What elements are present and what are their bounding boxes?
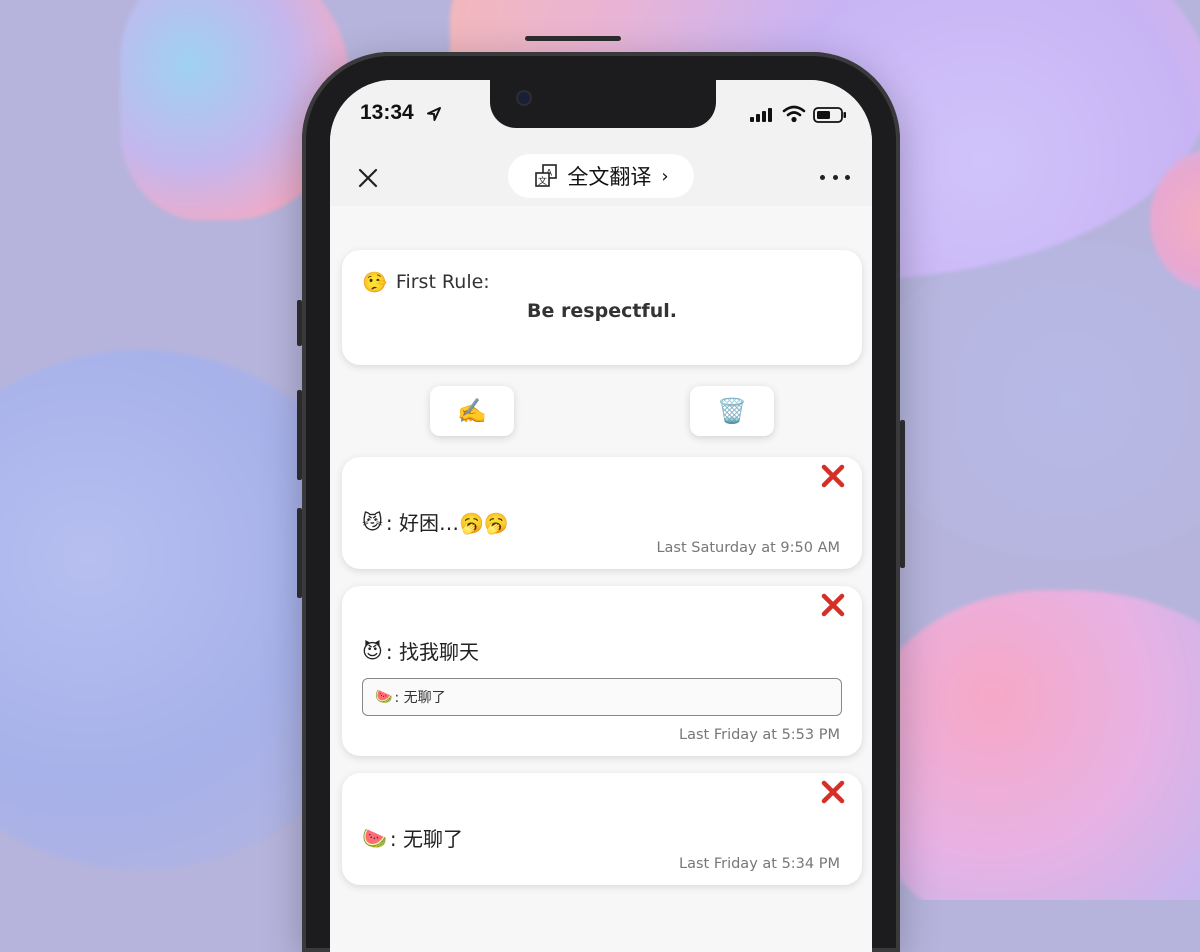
message-text-row: 😼 : 好困…🥱🥱 <box>362 507 509 536</box>
rule-label: First Rule: <box>395 271 490 293</box>
translate-icon: A 文 <box>535 164 558 187</box>
quote-emoji: 🍉 <box>375 689 393 705</box>
more-dot-icon <box>832 174 838 180</box>
writing-hand-icon: ✍️ <box>457 397 487 425</box>
more-options-button[interactable] <box>820 162 850 192</box>
message-emoji: 😈 <box>362 638 383 663</box>
delete-x-icon[interactable] <box>820 779 846 805</box>
cellular-signal-icon <box>750 108 772 122</box>
message-emoji: 😼 <box>362 509 383 534</box>
rule-text: Be respectful. <box>527 300 677 322</box>
location-arrow-icon <box>427 107 441 121</box>
app-screen: 13:34 文 全文翻译 › 🤥 First Rule: Be respectf… <box>330 80 872 952</box>
nav-bar: A 文 全文翻译 › <box>330 150 872 206</box>
message-timestamp: Last Saturday at 9:50 AM <box>656 540 840 556</box>
more-dot-icon <box>845 174 850 180</box>
message-text: : 好困…🥱🥱 <box>385 511 509 535</box>
message-text: : 找我聊天 <box>385 640 479 664</box>
rule-label-row: 🤥 First Rule: <box>362 270 490 294</box>
message-text: : 无聊了 <box>389 827 464 851</box>
message-card: 😈 : 找我聊天 🍉 : 无聊了 Last Friday at 5:53 PM <box>342 586 862 756</box>
wifi-icon <box>782 105 806 123</box>
delete-x-icon[interactable] <box>820 592 846 618</box>
notch <box>490 80 716 128</box>
message-card: 🍉 : 无聊了 Last Friday at 5:34 PM <box>342 773 862 885</box>
rule-card: 🤥 First Rule: Be respectful. <box>342 250 862 365</box>
delete-x-icon[interactable] <box>820 463 846 489</box>
message-text-row: 🍉 : 无聊了 <box>362 823 463 852</box>
translate-label: 全文翻译 <box>567 165 652 189</box>
edit-button[interactable]: ✍️ <box>430 386 514 436</box>
camera <box>518 92 530 104</box>
more-dot-icon <box>820 174 825 180</box>
phone-frame: 13:34 文 全文翻译 › 🤥 First Rule: Be respectf… <box>297 36 905 952</box>
trash-button[interactable]: 🗑️ <box>690 386 774 436</box>
quote-text: : 无聊了 <box>394 690 446 706</box>
chevron-right-icon: › <box>661 165 669 187</box>
message-emoji: 🍉 <box>362 825 387 850</box>
message-timestamp: Last Friday at 5:53 PM <box>679 727 840 743</box>
status-time: 13:34 <box>360 101 414 124</box>
svg-text:文: 文 <box>538 175 547 187</box>
translate-button[interactable]: A 文 全文翻译 › <box>508 154 694 198</box>
close-icon[interactable] <box>354 164 382 192</box>
content-area: 🤥 First Rule: Be respectful. ✍️ 🗑️ 😼 : 好… <box>330 206 872 952</box>
message-timestamp: Last Friday at 5:34 PM <box>679 856 840 872</box>
trash-icon: 🗑️ <box>717 397 747 425</box>
message-text-row: 😈 : 找我聊天 <box>362 636 479 665</box>
message-card: 😼 : 好困…🥱🥱 Last Saturday at 9:50 AM <box>342 457 862 569</box>
quoted-message: 🍉 : 无聊了 <box>362 678 842 716</box>
rule-emoji: 🤥 <box>362 270 387 294</box>
battery-icon <box>813 107 846 123</box>
